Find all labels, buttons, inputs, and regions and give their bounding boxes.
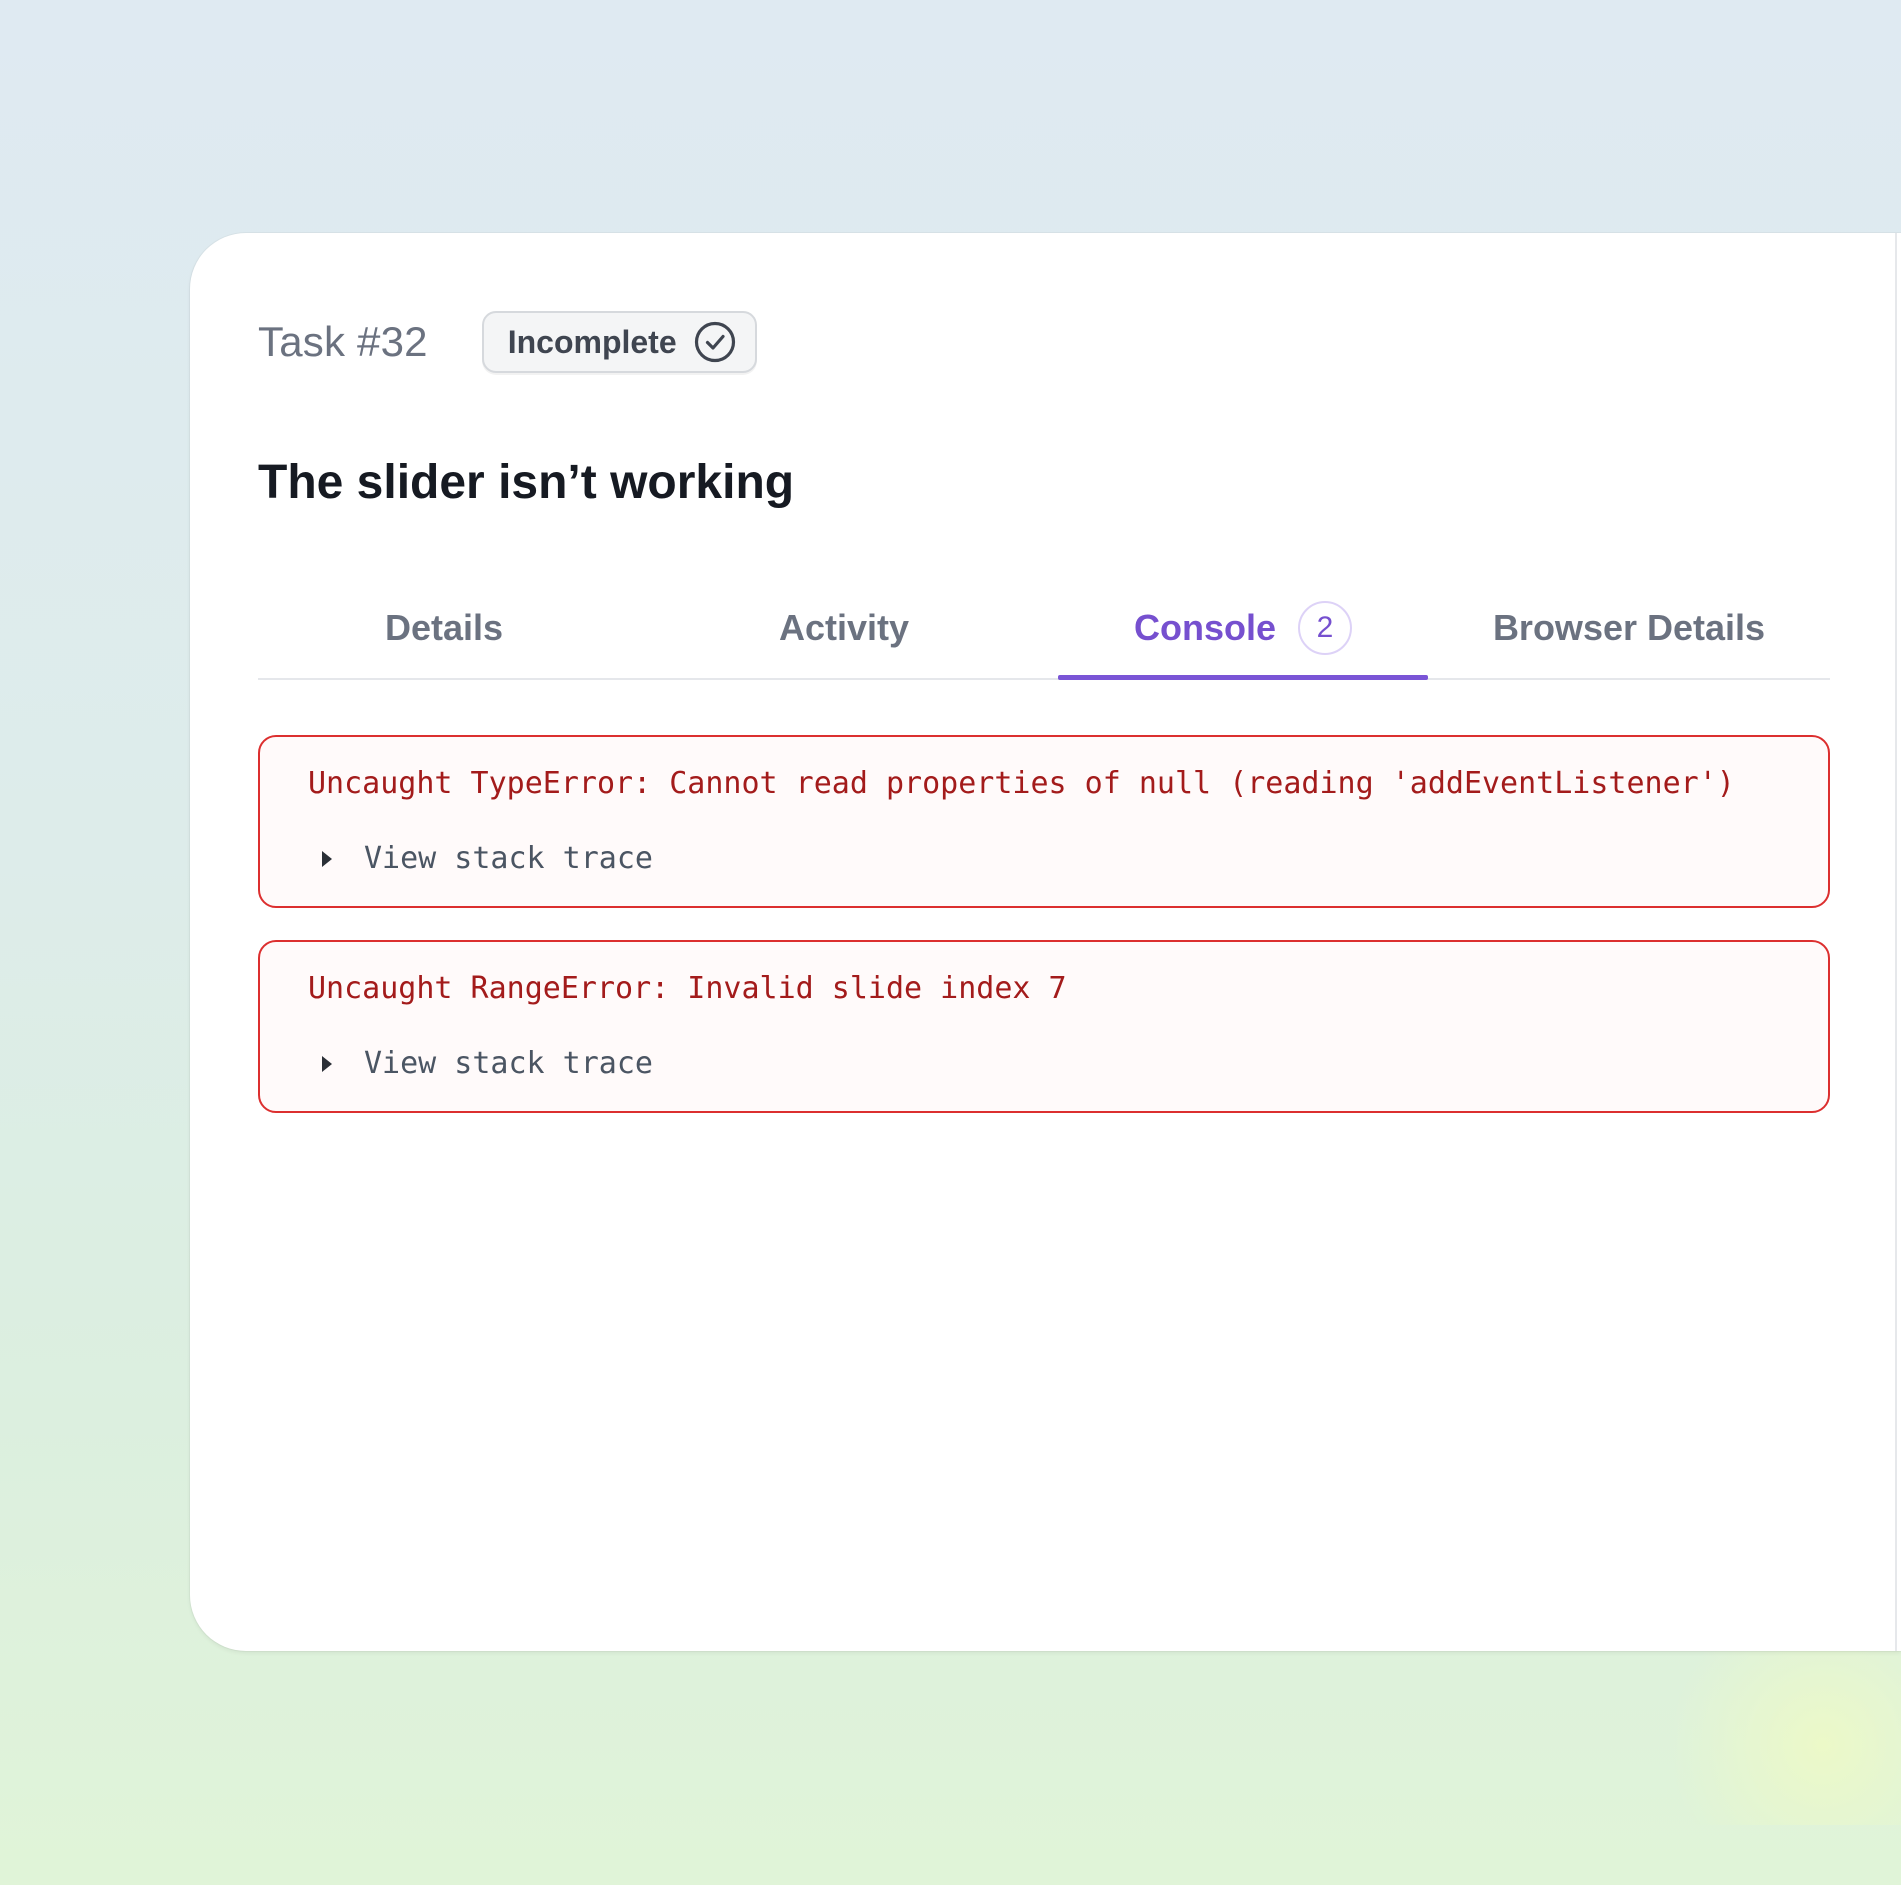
tab-label: Activity — [778, 607, 910, 648]
tab-label: Details — [384, 607, 504, 648]
task-card: Task #32 Incomplete The slider isn’t wor… — [190, 233, 1901, 1651]
caret-right-icon — [320, 1054, 334, 1074]
view-stack-trace-toggle[interactable]: View stack trace — [308, 1046, 653, 1081]
tab-label: Console — [1133, 607, 1276, 648]
tab-browser-details[interactable]: Browser Details — [1428, 578, 1830, 678]
check-circle-icon — [693, 320, 737, 364]
task-header: Task #32 Incomplete — [258, 311, 757, 373]
status-label: Incomplete — [507, 323, 677, 360]
view-stack-trace-label: View stack trace — [364, 1046, 653, 1081]
tab-label: Browser Details — [1492, 607, 1766, 648]
console-error: Uncaught RangeError: Invalid slide index… — [258, 940, 1830, 1113]
tab-details[interactable]: Details — [258, 578, 630, 678]
console-count-badge: 2 — [1298, 601, 1352, 655]
view-stack-trace-toggle[interactable]: View stack trace — [308, 841, 653, 876]
tab-activity[interactable]: Activity — [630, 578, 1058, 678]
view-stack-trace-label: View stack trace — [364, 841, 653, 876]
error-message: Uncaught RangeError: Invalid slide index… — [308, 971, 1067, 1006]
tab-bar: Details Activity Console 2 Browser Detai… — [258, 578, 1830, 680]
console-error: Uncaught TypeError: Cannot read properti… — [258, 735, 1830, 908]
console-error-list: Uncaught TypeError: Cannot read properti… — [258, 735, 1830, 1145]
task-title: The slider isn’t working — [258, 456, 795, 509]
caret-right-icon — [320, 849, 334, 869]
tab-console[interactable]: Console 2 — [1058, 578, 1428, 680]
background-decoration — [1641, 1625, 1901, 1825]
error-message: Uncaught TypeError: Cannot read properti… — [308, 766, 1735, 801]
status-badge[interactable]: Incomplete — [481, 311, 757, 373]
task-number: Task #32 — [258, 318, 428, 365]
